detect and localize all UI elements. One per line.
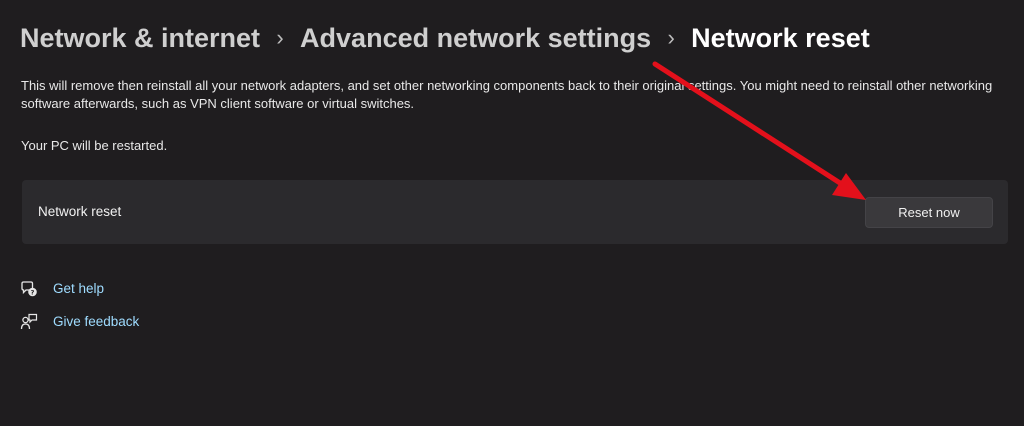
breadcrumb-advanced-network-settings[interactable]: Advanced network settings xyxy=(300,18,651,58)
breadcrumb: Network & internet › Advanced network se… xyxy=(20,18,870,58)
get-help-link[interactable]: Get help xyxy=(53,280,104,298)
reset-description: This will remove then reinstall all your… xyxy=(21,78,993,111)
get-help-link-row[interactable]: ? Get help xyxy=(20,279,104,299)
network-reset-label: Network reset xyxy=(38,204,122,219)
restart-note: Your PC will be restarted. xyxy=(21,138,168,153)
feedback-icon xyxy=(20,313,38,331)
breadcrumb-network-internet[interactable]: Network & internet xyxy=(20,18,260,58)
svg-text:?: ? xyxy=(31,288,35,296)
help-chat-icon: ? xyxy=(20,280,38,298)
give-feedback-link-row[interactable]: Give feedback xyxy=(20,312,139,332)
page-title: Network reset xyxy=(691,23,870,53)
give-feedback-link[interactable]: Give feedback xyxy=(53,313,139,331)
reset-now-button[interactable]: Reset now xyxy=(865,197,993,228)
chevron-right-icon: › xyxy=(667,25,675,50)
chevron-right-icon: › xyxy=(276,25,284,50)
network-reset-card: Network reset Reset now xyxy=(22,180,1008,244)
